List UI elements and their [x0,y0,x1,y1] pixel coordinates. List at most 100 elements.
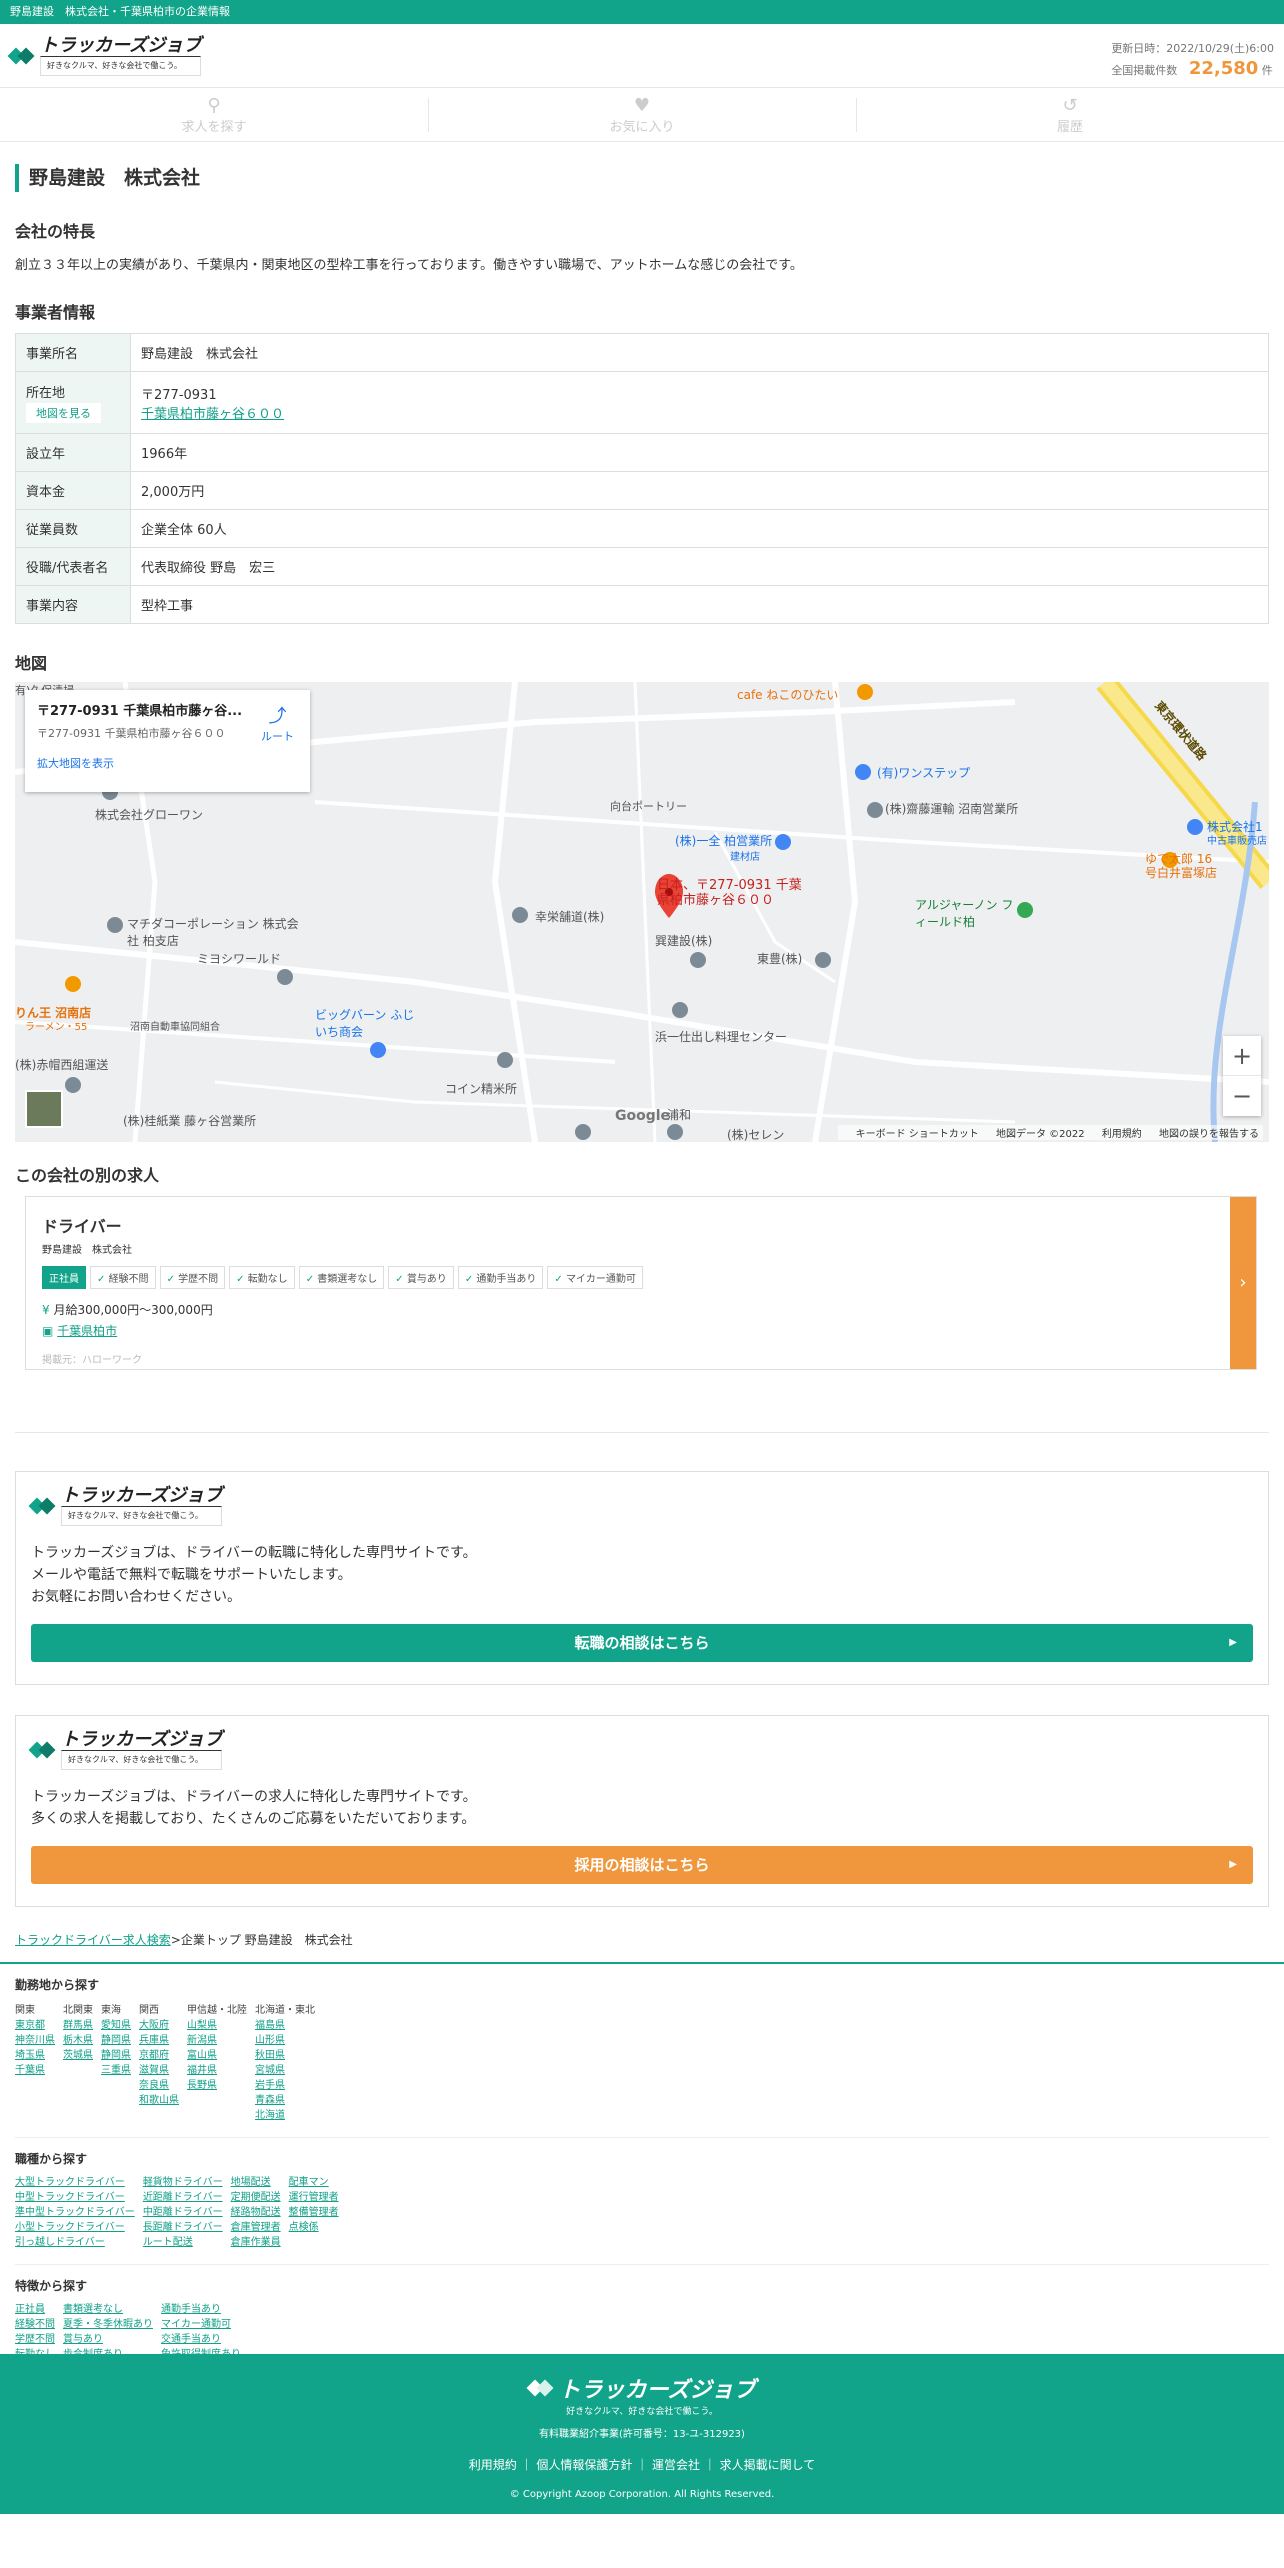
search-link[interactable]: 奈良県 [139,2078,179,2093]
search-link[interactable]: 地場配送 [231,2175,281,2190]
job-card[interactable]: ドライバー 野島建設 株式会社 正社員 ✓ 経験不問 ✓ 学歴不問 ✓ 転勤なし… [25,1196,1257,1370]
search-link[interactable]: 長距離ドライバー [143,2220,223,2235]
search-link[interactable]: 滋賀県 [139,2063,179,2078]
search-link[interactable]: 和歌山県 [139,2093,179,2108]
search-link[interactable]: 定期便配送 [231,2190,281,2205]
report-error-link[interactable]: 地図の誤りを報告する [1159,1129,1259,1140]
search-link[interactable]: 中型トラックドライバー [15,2190,135,2205]
other-jobs-heading: この会社の別の求人 [15,1166,160,1185]
search-link[interactable]: 中距離ドライバー [143,2205,223,2220]
footer-link-privacy[interactable]: 個人情報保護方針 [536,2458,632,2472]
search-link[interactable]: 愛知県 [101,2018,131,2033]
search-link[interactable]: 通勤手当あり [161,2302,241,2317]
nav-history[interactable]: ↺ 履歴 [856,88,1284,141]
route-button[interactable]: ⤴ ルート [261,702,294,744]
search-link[interactable]: 新潟県 [187,2033,247,2048]
search-link[interactable]: マイカー通勤可 [161,2317,241,2332]
search-link[interactable]: 東京都 [15,2018,55,2033]
search-link[interactable]: 引っ越しドライバー [15,2235,135,2250]
search-link[interactable]: 富山県 [187,2048,247,2063]
footer-link-listing[interactable]: 求人掲載に関して [720,2458,816,2472]
satellite-toggle[interactable] [25,1090,63,1128]
search-link[interactable]: 神奈川県 [15,2033,55,2048]
header-stats: 更新日時：2022/10/29(土)6:00 全国掲載件数 22,580 件 [1111,40,1274,79]
map-label: 幸栄舗道(株) [535,910,605,924]
footer-logo[interactable]: トラッカーズジョブ [526,2372,755,2404]
search-link[interactable]: 岩手県 [255,2078,315,2093]
address-link[interactable]: 千葉県柏市藤ヶ谷６００ [141,407,284,422]
link-column: 北関東 群馬県 栃木県 茨城県 [63,2001,93,2123]
search-link[interactable]: 千葉県 [15,2063,55,2078]
search-link[interactable]: ルート配送 [143,2235,223,2250]
search-link[interactable]: 倉庫管理者 [231,2220,281,2235]
google-map[interactable]: cafe ねこのひたい (有)ワンステップ 東京環状道路 株式会社グローワン 向… [15,682,1269,1142]
table-row: 役職/代表者名 代表取締役 野島 宏三 [15,547,1269,586]
search-link[interactable]: 北海道 [255,2108,315,2123]
map-label: 浦和 [667,1108,692,1122]
search-link[interactable]: 群馬県 [63,2018,93,2033]
nav-history-label: 履歴 [1056,120,1083,135]
search-link[interactable]: 小型トラックドライバー [15,2220,135,2235]
table-cell: 野島建設 株式会社 [130,333,1269,372]
search-link[interactable]: 交通手当あり [161,2332,241,2347]
terms-link[interactable]: 利用規約 [1102,1129,1142,1140]
search-link[interactable]: 静岡県 [101,2048,131,2063]
show-map-button[interactable]: 地図を見る [26,403,101,423]
search-link[interactable]: 運行管理者 [289,2190,339,2205]
site-logo[interactable]: トラッカーズジョブ 好きなクルマ、好きな会社で働こう。 [7,36,202,76]
search-link[interactable]: 兵庫県 [139,2033,179,2048]
enlarge-map-link[interactable]: 拡大地図を表示 [37,755,298,771]
search-link[interactable]: 夏季・冬季休暇あり [63,2317,153,2332]
link-column: 書類選考なし夏季・冬季休暇あり賞与あり歩合制度あり [63,2302,153,2362]
search-link[interactable]: 埼玉県 [15,2048,55,2063]
breadcrumb-link[interactable]: トラックドライバー求人検索 [15,1933,171,1947]
search-link[interactable]: 倉庫作業員 [231,2235,281,2250]
search-link[interactable]: 青森県 [255,2093,315,2108]
search-link[interactable]: 山形県 [255,2033,315,2048]
table-row: 事業内容 型枠工事 [15,585,1269,624]
chevron-right-icon[interactable]: › [1230,1197,1256,1369]
search-link[interactable]: 正社員 [15,2302,55,2317]
triangle-right-icon: ▶ [1229,1637,1237,1648]
keyboard-shortcuts-link[interactable]: キーボード ショートカット [856,1129,979,1140]
search-link[interactable]: 長野県 [187,2078,247,2093]
search-link[interactable]: 山梨県 [187,2018,247,2033]
search-link[interactable]: 点検係 [289,2220,339,2235]
job-location-link[interactable]: 千葉県柏市 [57,1324,117,1338]
search-link[interactable]: 三重県 [101,2063,131,2078]
search-link[interactable]: 書類選考なし [63,2302,153,2317]
nav-search[interactable]: ⚲ 求人を探す [0,88,428,141]
search-link[interactable]: 福島県 [255,2018,315,2033]
table-header-cell: 設立年 [15,433,131,472]
search-link[interactable]: 軽貨物ドライバー [143,2175,223,2190]
hiring-consult-button[interactable]: 採用の相談はこちら ▶ [31,1846,1253,1884]
zoom-out-button[interactable]: − [1223,1076,1261,1116]
footer-link-company[interactable]: 運営会社 [652,2458,700,2472]
search-link[interactable]: 整備管理者 [289,2205,339,2220]
search-link[interactable]: 福井県 [187,2063,247,2078]
search-link[interactable]: 準中型トラックドライバー [15,2205,135,2220]
search-link[interactable]: 京都府 [139,2048,179,2063]
search-link[interactable]: 秋田県 [255,2048,315,2063]
search-link[interactable]: 経験不問 [15,2317,55,2332]
search-link[interactable]: 配車マン [289,2175,339,2190]
search-link[interactable]: 静岡県 [101,2033,131,2048]
search-link[interactable]: 栃木県 [63,2033,93,2048]
nav-favorites[interactable]: ♥ お気に入り [428,88,856,141]
search-link[interactable]: 大阪府 [139,2018,179,2033]
search-link[interactable]: 学歴不問 [15,2332,55,2347]
link-column-head: 関東 [15,2005,35,2016]
map-label: (株)セレン [727,1128,785,1142]
zoom-in-button[interactable]: + [1223,1036,1261,1076]
logo-tagline: 好きなクルマ、好きな会社で働こう。 [61,1506,223,1526]
search-link[interactable]: 宮城県 [255,2063,315,2078]
table-row: 所在地 地図を見る 〒277-0931 千葉県柏市藤ヶ谷６００ [15,371,1269,434]
promo-logo: トラッカーズジョブ 好きなクルマ、好きな会社で働こう。 [28,1730,1253,1770]
search-link[interactable]: 経路物配送 [231,2205,281,2220]
career-consult-button[interactable]: 転職の相談はこちら ▶ [31,1624,1253,1662]
footer-link-terms[interactable]: 利用規約 [469,2458,517,2472]
search-link[interactable]: 茨城県 [63,2048,93,2063]
search-link[interactable]: 賞与あり [63,2332,153,2347]
search-link[interactable]: 近距離ドライバー [143,2190,223,2205]
search-link[interactable]: 大型トラックドライバー [15,2175,135,2190]
